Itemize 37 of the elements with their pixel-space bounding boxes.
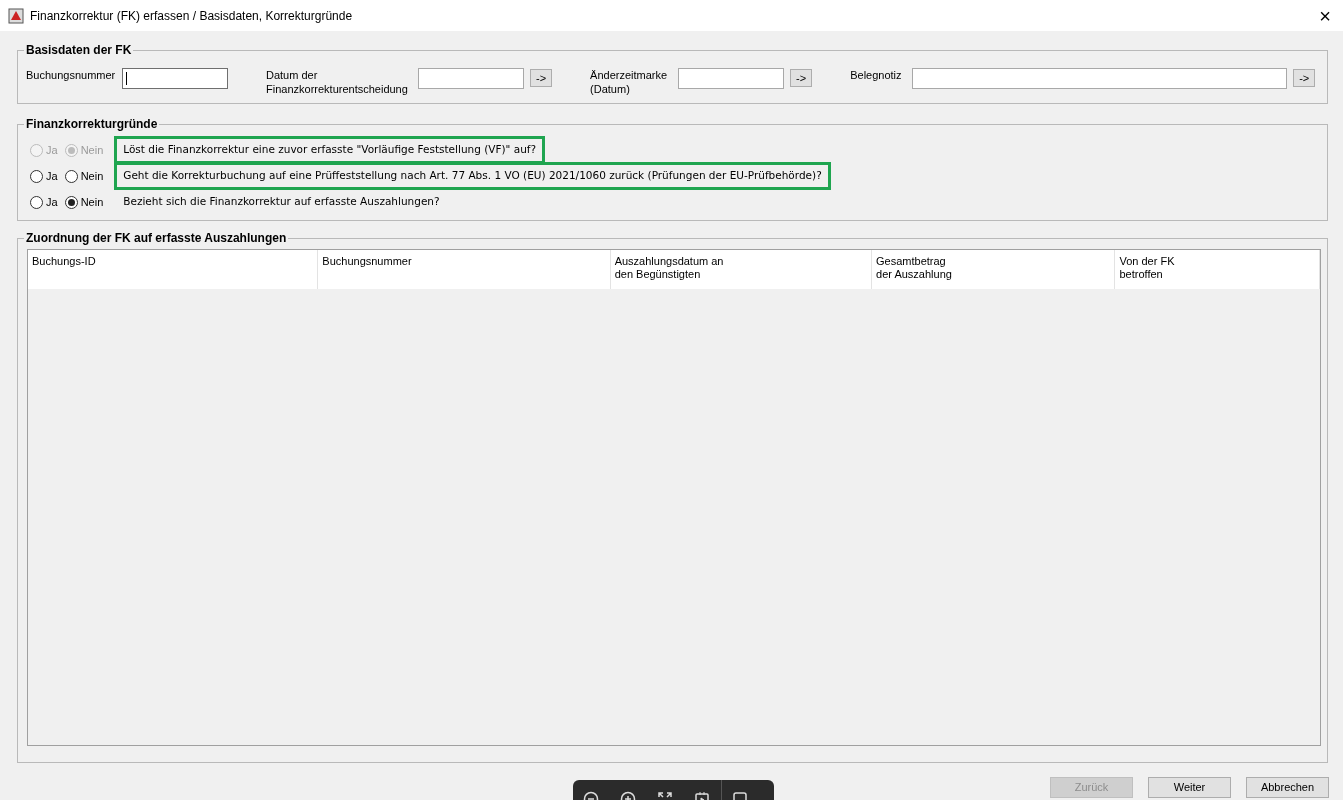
- app-icon: [8, 7, 24, 24]
- close-button[interactable]: ×: [1315, 5, 1335, 26]
- column-header: Auszahlungsdatum an den Begünstigten: [610, 250, 873, 289]
- window-title: Finanzkorrektur (FK) erfassen / Basisdaten, Korrekturgründe: [30, 7, 354, 25]
- arrow-button[interactable]: ->: [530, 69, 553, 87]
- radio-button[interactable]: [64, 195, 78, 209]
- radio-button[interactable]: [64, 169, 78, 183]
- group-title: Zuordnung der FK auf erfasste Auszahlungen: [24, 231, 289, 246]
- dialog-button[interactable]: Abbrechen: [1246, 777, 1329, 798]
- field-label: Buchungsnummer: [26, 68, 117, 82]
- input-field[interactable]: [122, 68, 228, 89]
- column-header: Gesamtbetrag der Auszahlung: [872, 250, 1116, 289]
- input-field[interactable]: [678, 68, 785, 89]
- column-header: Buchungs-ID: [28, 250, 319, 289]
- dialog-button[interactable]: Weiter: [1148, 777, 1231, 798]
- arrow-button[interactable]: ->: [790, 69, 813, 87]
- text-cursor: [126, 72, 127, 85]
- group-title: Finanzkorrekturgründe: [24, 117, 160, 132]
- radio-label: Nein: [80, 142, 104, 158]
- question-text: Bezieht sich die Finanzkorrektur auf erfasste Auszahlungen?: [122, 194, 441, 210]
- radio-button[interactable]: [30, 195, 43, 209]
- input-field[interactable]: [912, 68, 1288, 89]
- radio-label: Ja: [46, 168, 58, 184]
- radio-label: Ja: [46, 194, 58, 210]
- radio-label: Ja: [46, 142, 58, 158]
- question-text: Löst die Finanzkorrektur eine zuvor erfasste "Vorläufige Feststellung (VF)" auf?: [114, 136, 546, 164]
- column-header: Buchungsnummer: [318, 250, 611, 289]
- question-text: Geht die Korrekturbuchung auf eine Prüffeststellung nach Art. 77 Abs. 1 VO (EU) 2021/1060 zurück (Prüfungen der EU-Prüfbehörde)?: [114, 162, 831, 190]
- arrow-button[interactable]: ->: [1293, 69, 1316, 87]
- radio-label: Nein: [80, 194, 104, 210]
- field-label: Datum der Finanzkorrekturentscheidung: [266, 68, 409, 96]
- radio-label: Nein: [80, 168, 104, 184]
- column-header: Von der FK betroffen: [1115, 250, 1320, 289]
- field-label: Belegnotiz: [850, 68, 903, 82]
- radio-button[interactable]: [30, 169, 43, 183]
- field-label: Änderzeitmarke (Datum): [590, 68, 669, 96]
- input-field[interactable]: [418, 68, 524, 89]
